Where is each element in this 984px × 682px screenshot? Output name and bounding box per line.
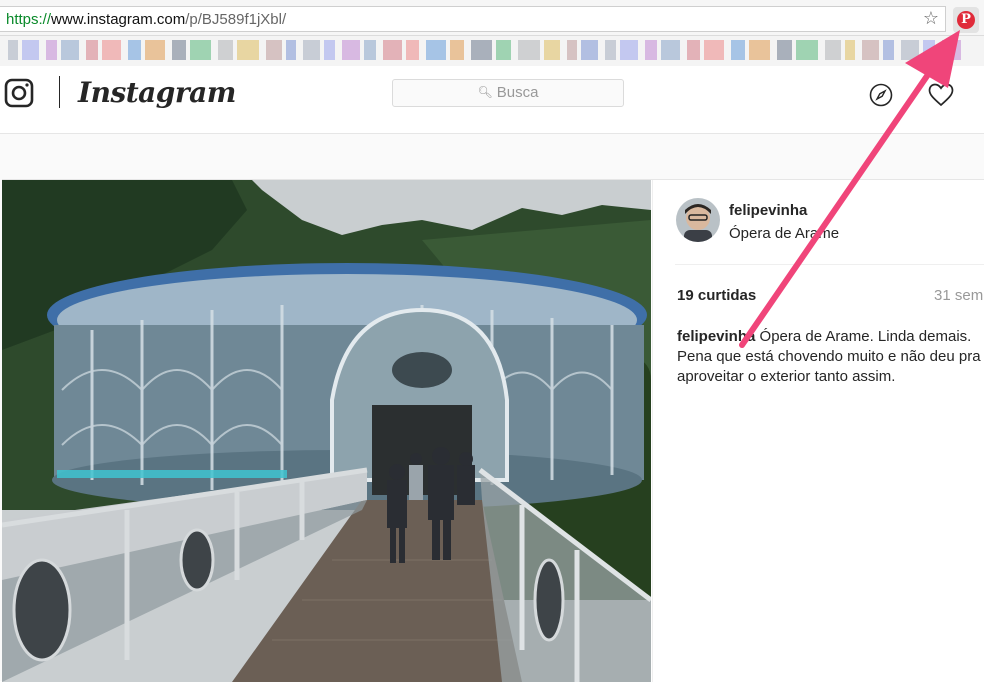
instagram-wordmark[interactable]: Instagram xyxy=(78,76,236,109)
bookmark-tile[interactable] xyxy=(406,40,419,60)
bookmark-tile[interactable] xyxy=(605,40,616,60)
bookmark-tile[interactable] xyxy=(923,40,935,60)
bookmark-tile[interactable] xyxy=(364,40,376,60)
bookmark-tile[interactable] xyxy=(324,40,335,60)
caption-username[interactable]: felipevinha xyxy=(677,328,755,345)
divider xyxy=(675,264,984,265)
bookmark-tile[interactable] xyxy=(704,40,724,60)
post-photo[interactable] xyxy=(2,180,651,682)
bookmark-tile[interactable] xyxy=(883,40,894,60)
bookmark-tile[interactable] xyxy=(237,40,259,60)
post-time[interactable]: 31 sem xyxy=(934,287,983,304)
bookmark-tile[interactable] xyxy=(102,40,121,60)
instagram-header: Instagram 🔍︎ Busca xyxy=(0,66,984,134)
bookmark-tile[interactable] xyxy=(426,40,446,60)
pinterest-icon: P xyxy=(957,11,975,29)
post-location[interactable]: Ópera de Arame xyxy=(729,225,839,242)
avatar[interactable] xyxy=(676,198,720,242)
url-path: /p/BJ589f1jXbl/ xyxy=(185,11,287,28)
url-scheme: https:// xyxy=(6,11,52,28)
bookmark-tile[interactable] xyxy=(190,40,211,60)
bookmark-tile[interactable] xyxy=(942,40,961,60)
browser-address-bar: https://www.instagram.com/p/BJ589f1jXbl/… xyxy=(0,0,984,36)
search-input[interactable]: 🔍︎ Busca xyxy=(392,79,624,107)
bookmark-tile[interactable] xyxy=(845,40,855,60)
header-divider xyxy=(59,76,60,108)
bookmark-tile[interactable] xyxy=(645,40,657,60)
bookmark-tile[interactable] xyxy=(518,40,540,60)
search-icon: 🔍︎ xyxy=(477,85,493,99)
bookmark-tile[interactable] xyxy=(46,40,57,60)
bookmark-tile[interactable] xyxy=(383,40,402,60)
pinterest-extension-button[interactable]: P xyxy=(953,7,979,33)
heart-icon[interactable] xyxy=(928,83,954,107)
bookmark-tile[interactable] xyxy=(86,40,98,60)
star-icon[interactable]: ☆ xyxy=(923,8,939,29)
bookmark-tile[interactable] xyxy=(581,40,598,60)
likes-count[interactable]: 19 curtidas xyxy=(677,287,756,304)
bookmark-tile[interactable] xyxy=(218,40,233,60)
post-card: felipevinha Ópera de Arame 19 curtidas 3… xyxy=(2,179,984,682)
bookmark-tile[interactable] xyxy=(777,40,792,60)
compass-icon[interactable] xyxy=(869,83,893,107)
bookmark-tile[interactable] xyxy=(731,40,745,60)
bookmark-tile[interactable] xyxy=(749,40,770,60)
bookmark-tile[interactable] xyxy=(266,40,282,60)
bookmark-tile[interactable] xyxy=(286,40,296,60)
bookmark-tile[interactable] xyxy=(172,40,186,60)
bookmark-tile[interactable] xyxy=(901,40,919,60)
post-caption: felipevinha Ópera de Arame. Linda demais… xyxy=(677,327,984,387)
bookmark-tile[interactable] xyxy=(471,40,492,60)
bookmark-tile[interactable] xyxy=(22,40,39,60)
post-username[interactable]: felipevinha xyxy=(729,202,807,219)
post-sidebar: felipevinha Ópera de Arame 19 curtidas 3… xyxy=(652,180,984,682)
bookmark-tile[interactable] xyxy=(862,40,879,60)
bookmark-tile[interactable] xyxy=(342,40,360,60)
bookmark-tile[interactable] xyxy=(620,40,638,60)
photo-opera-de-arame xyxy=(2,180,651,682)
bookmark-tile[interactable] xyxy=(661,40,680,60)
bookmark-tile[interactable] xyxy=(825,40,841,60)
url-host: www.instagram.com xyxy=(51,11,186,28)
bookmark-tile[interactable] xyxy=(303,40,320,60)
bookmark-tile[interactable] xyxy=(496,40,511,60)
instagram-camera-icon[interactable] xyxy=(4,78,34,108)
url-text[interactable]: https://www.instagram.com/p/BJ589f1jXbl/ xyxy=(6,11,286,28)
bookmark-tile[interactable] xyxy=(8,40,18,60)
bookmark-tile[interactable] xyxy=(145,40,165,60)
bookmark-tile[interactable] xyxy=(567,40,577,60)
bookmark-tile[interactable] xyxy=(687,40,700,60)
url-field[interactable]: https://www.instagram.com/p/BJ589f1jXbl/… xyxy=(0,6,946,32)
bookmark-tile[interactable] xyxy=(61,40,79,60)
bookmark-tile[interactable] xyxy=(796,40,818,60)
bookmark-tile[interactable] xyxy=(450,40,464,60)
bookmarks-bar xyxy=(0,36,984,67)
bookmark-tile[interactable] xyxy=(128,40,141,60)
bookmark-tile[interactable] xyxy=(544,40,560,60)
search-placeholder: Busca xyxy=(496,84,539,101)
